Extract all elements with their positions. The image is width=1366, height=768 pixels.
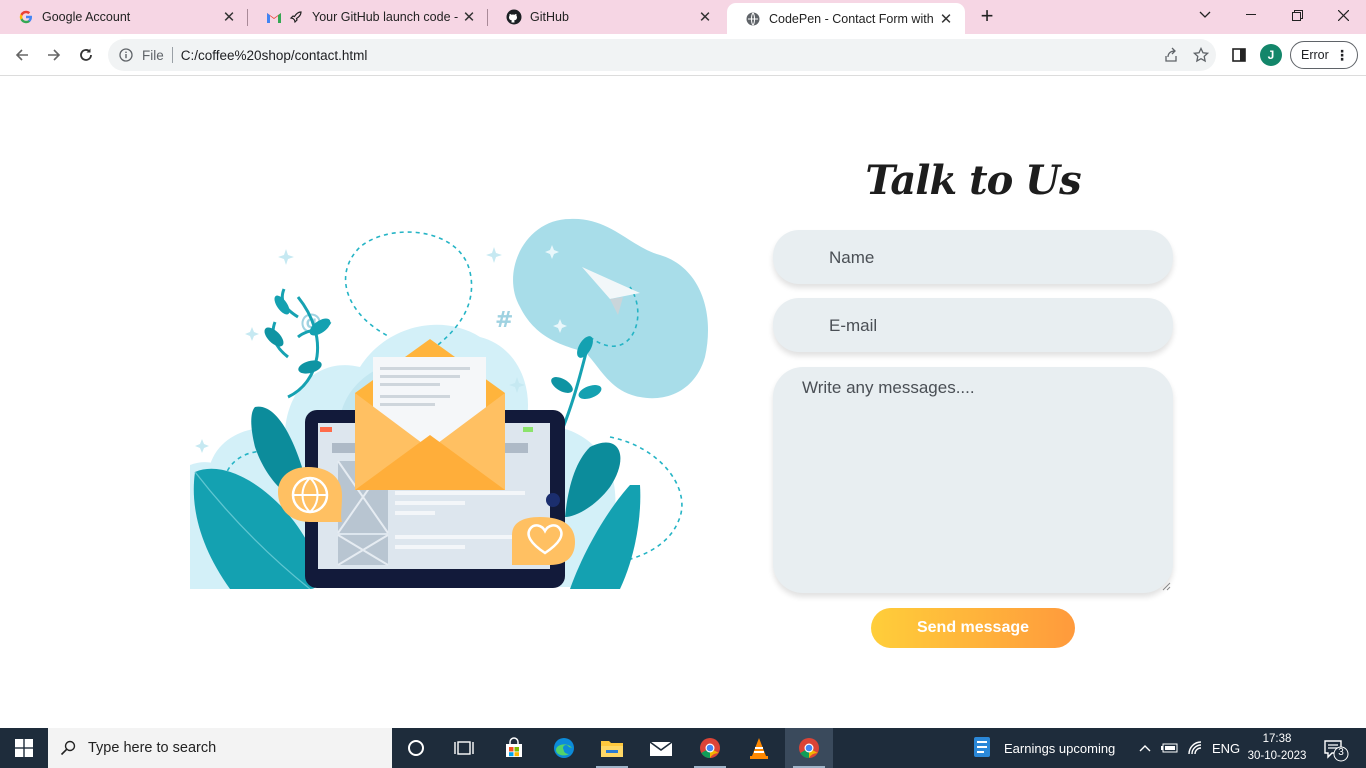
news-icon bbox=[972, 735, 994, 762]
tab-codepen[interactable]: CodePen - Contact Form with S\ ✕ bbox=[727, 3, 965, 34]
close-window-icon[interactable] bbox=[1320, 0, 1366, 30]
profile-avatar[interactable]: J bbox=[1260, 44, 1282, 66]
clock-date: 30-10-2023 bbox=[1247, 750, 1307, 762]
url-scheme: File bbox=[142, 47, 164, 63]
name-placeholder: Name bbox=[829, 248, 875, 267]
google-icon bbox=[18, 9, 34, 25]
new-tab-button[interactable]: + bbox=[975, 5, 999, 29]
address-divider bbox=[171, 47, 173, 63]
battery-icon[interactable] bbox=[1160, 728, 1180, 768]
taskbar-clock[interactable]: 17:38 30-10-2023 bbox=[1244, 731, 1310, 765]
svg-text:#: # bbox=[495, 308, 513, 333]
tray-chevron-icon[interactable] bbox=[1138, 728, 1152, 768]
gmail-icon bbox=[266, 9, 282, 25]
tab-search-icon[interactable] bbox=[1182, 0, 1228, 30]
browser-toolbar: File C:/coffee%20shop/contact.html J Err… bbox=[0, 34, 1366, 76]
close-tab-icon[interactable]: ✕ bbox=[218, 6, 240, 28]
email-input[interactable]: E-mail bbox=[773, 298, 1173, 352]
search-placeholder: Type here to search bbox=[88, 740, 217, 756]
vlc-icon[interactable] bbox=[735, 728, 783, 768]
language-indicator[interactable]: ENG bbox=[1212, 728, 1240, 768]
send-message-button[interactable]: Send message bbox=[871, 608, 1075, 648]
page-content: # @ Talk to Us Name E-mail Write any mes… bbox=[0, 77, 1366, 728]
name-input[interactable]: Name bbox=[773, 230, 1173, 284]
info-icon[interactable] bbox=[118, 47, 134, 63]
tab-title: CodePen - Contact Form with S\ bbox=[769, 11, 935, 26]
contact-illustration: # @ bbox=[190, 218, 708, 589]
news-widget[interactable]: Earnings upcoming bbox=[972, 728, 1115, 768]
globe-icon bbox=[745, 11, 761, 27]
resize-handle-icon[interactable] bbox=[1161, 581, 1171, 591]
tab-github[interactable]: GitHub ✕ bbox=[488, 0, 724, 34]
mail-icon[interactable] bbox=[637, 728, 685, 768]
message-textarea[interactable]: Write any messages.... bbox=[773, 367, 1173, 593]
share-icon[interactable] bbox=[1156, 40, 1186, 70]
tab-title: Your GitHub launch code - ja bbox=[312, 10, 458, 24]
side-panel-icon[interactable] bbox=[1225, 41, 1253, 69]
tab-strip: Google Account ✕ Your GitHub launch code… bbox=[0, 0, 1366, 34]
wifi-icon[interactable] bbox=[1187, 728, 1205, 768]
close-tab-icon[interactable]: ✕ bbox=[935, 8, 957, 30]
close-tab-icon[interactable]: ✕ bbox=[458, 6, 480, 28]
address-bar[interactable]: File C:/coffee%20shop/contact.html bbox=[108, 39, 1216, 71]
tab-title: Google Account bbox=[42, 10, 131, 24]
minimize-icon[interactable] bbox=[1228, 0, 1274, 30]
menu-kebab-icon[interactable]: ⋮ bbox=[1335, 48, 1349, 62]
notification-center[interactable]: 3 bbox=[1316, 736, 1356, 762]
windows-taskbar: Type here to search Earnings upcoming EN… bbox=[0, 728, 1366, 768]
rocket-icon bbox=[288, 9, 304, 25]
news-text: Earnings upcoming bbox=[1004, 740, 1116, 756]
tab-gmail[interactable]: Your GitHub launch code - ja ✕ bbox=[248, 0, 488, 34]
star-icon[interactable] bbox=[1186, 40, 1216, 70]
message-placeholder: Write any messages.... bbox=[802, 378, 975, 397]
notification-count: 3 bbox=[1338, 747, 1344, 758]
back-icon[interactable] bbox=[8, 41, 36, 69]
error-label: Error bbox=[1301, 48, 1329, 62]
notification-icon bbox=[1324, 740, 1349, 762]
email-placeholder: E-mail bbox=[829, 316, 878, 335]
reload-icon[interactable] bbox=[72, 41, 100, 69]
search-icon bbox=[48, 740, 88, 756]
error-button[interactable]: Error ⋮ bbox=[1290, 41, 1358, 69]
windows-start-icon[interactable] bbox=[0, 728, 48, 768]
edge-icon[interactable] bbox=[540, 728, 588, 768]
close-tab-icon[interactable]: ✕ bbox=[694, 6, 716, 28]
github-icon bbox=[506, 9, 522, 25]
url-text[interactable]: C:/coffee%20shop/contact.html bbox=[181, 48, 1156, 63]
clock-time: 17:38 bbox=[1262, 733, 1292, 745]
page-title: Talk to Us bbox=[865, 157, 1081, 204]
chrome-icon[interactable] bbox=[785, 728, 833, 768]
taskbar-search[interactable]: Type here to search bbox=[48, 728, 392, 768]
restore-icon[interactable] bbox=[1274, 0, 1320, 30]
chrome-icon[interactable] bbox=[686, 728, 734, 768]
tab-google-account[interactable]: Google Account ✕ bbox=[0, 0, 248, 34]
store-icon[interactable] bbox=[490, 728, 538, 768]
task-view-icon[interactable] bbox=[440, 728, 488, 768]
tab-title: GitHub bbox=[530, 10, 569, 24]
file-explorer-icon[interactable] bbox=[588, 728, 636, 768]
cortana-icon[interactable] bbox=[392, 728, 440, 768]
forward-icon[interactable] bbox=[40, 41, 68, 69]
